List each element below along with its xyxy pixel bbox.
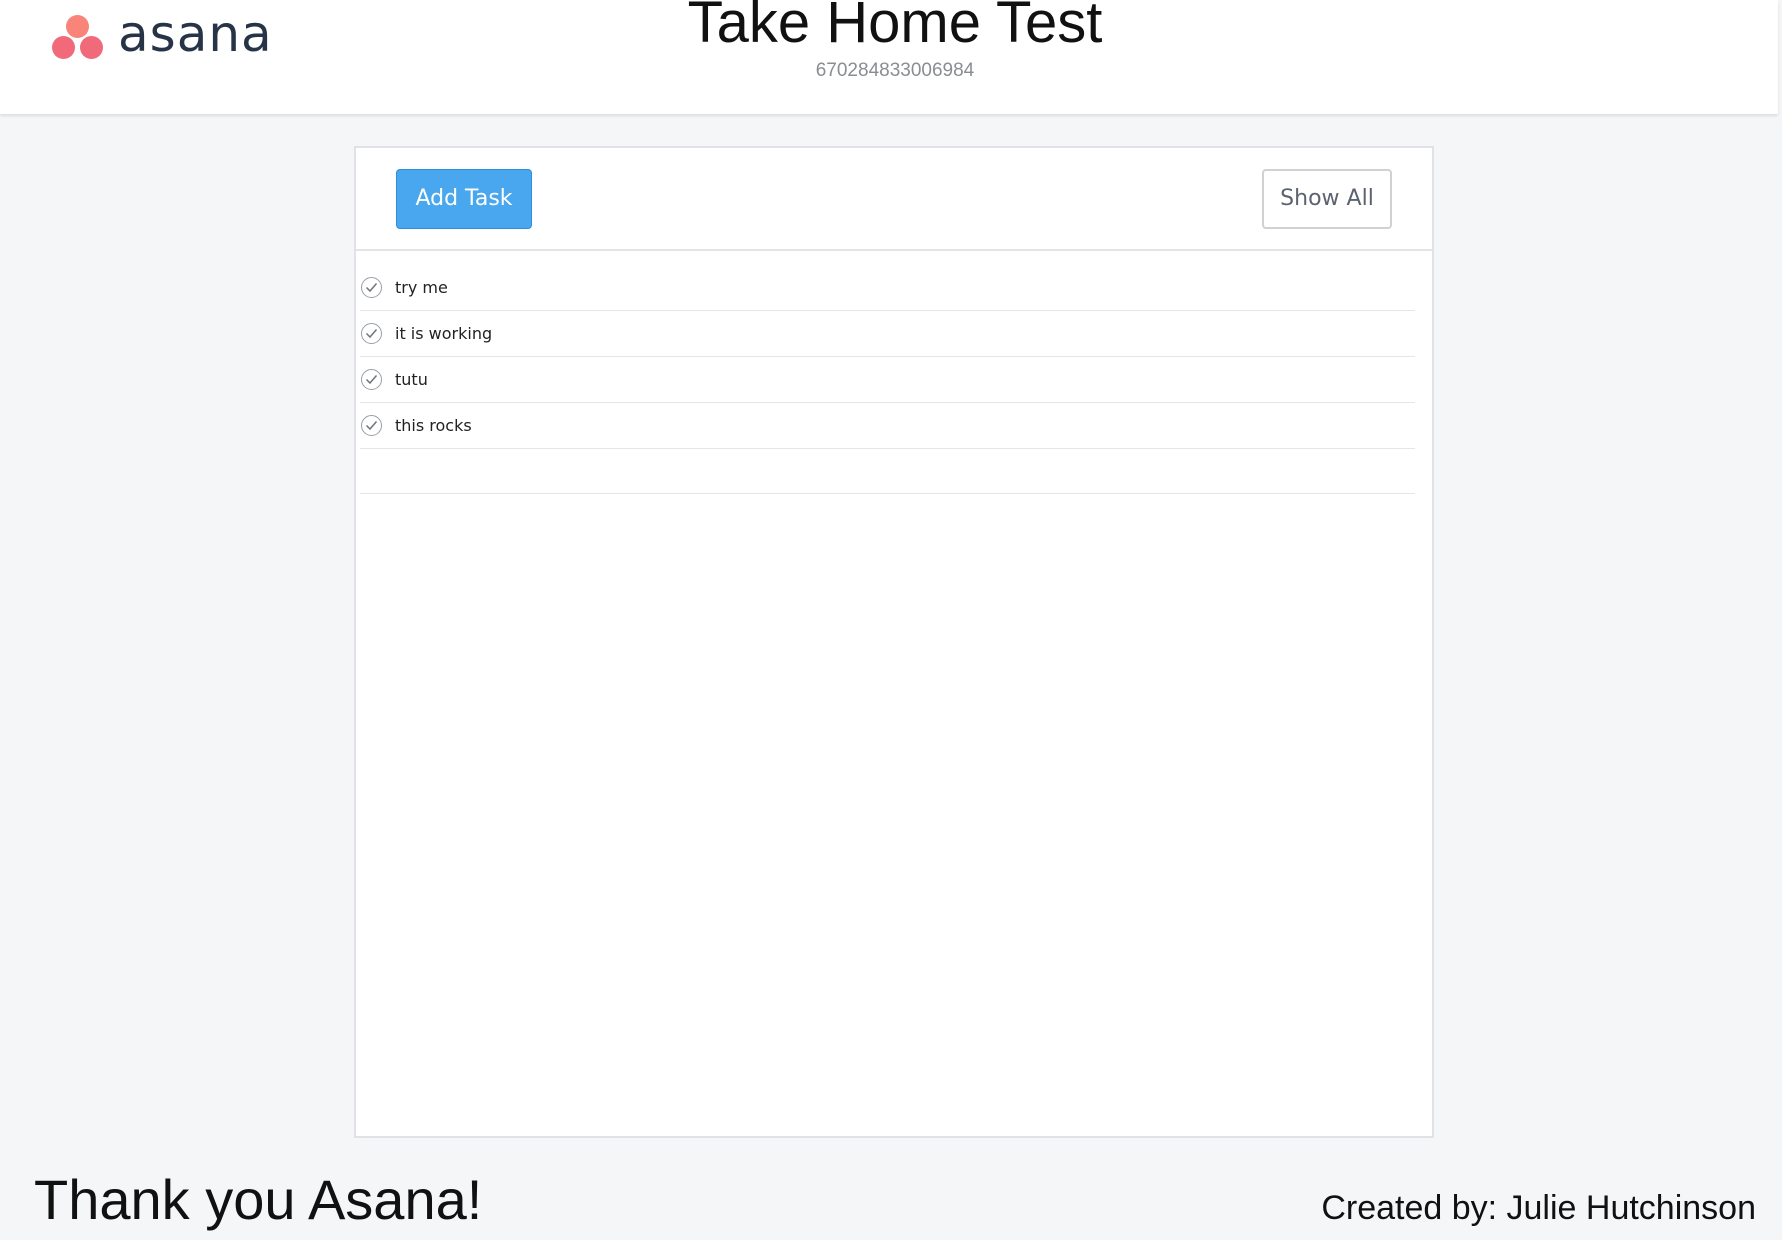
task-name: this rocks	[395, 416, 472, 435]
checkmark-circle-icon[interactable]	[361, 415, 382, 436]
project-id: 670284833006984	[815, 60, 975, 81]
app-header: asana Take Home Test 670284833006984	[0, 0, 1778, 114]
checkmark-circle-icon[interactable]	[361, 277, 382, 298]
task-name: try me	[395, 278, 448, 297]
task-row[interactable]: try me	[360, 265, 1415, 311]
checkmark-circle-icon[interactable]	[361, 323, 382, 344]
task-name: it is working	[395, 324, 493, 343]
show-all-button[interactable]: Show All	[1262, 169, 1392, 229]
thank-you-text: Thank you Asana!	[34, 1168, 483, 1231]
task-row[interactable]: it is working	[360, 311, 1415, 357]
task-row[interactable]: tutu	[360, 357, 1415, 403]
task-list: try me it is working tutu this rocks	[360, 265, 1415, 494]
task-toolbar: Add Task Show All	[356, 148, 1432, 251]
task-panel: Add Task Show All try me it is working t…	[354, 146, 1434, 1138]
task-name: tutu	[395, 370, 428, 389]
title-block: Take Home Test 670284833006984	[0, 0, 1782, 82]
credit-text: Created by: Julie Hutchinson	[1321, 1189, 1756, 1227]
page-title: Take Home Test	[687, 0, 1103, 55]
task-row[interactable]: this rocks	[360, 403, 1415, 449]
add-task-button[interactable]: Add Task	[396, 169, 532, 229]
new-task-row[interactable]	[360, 449, 1415, 494]
checkmark-circle-icon[interactable]	[361, 369, 382, 390]
